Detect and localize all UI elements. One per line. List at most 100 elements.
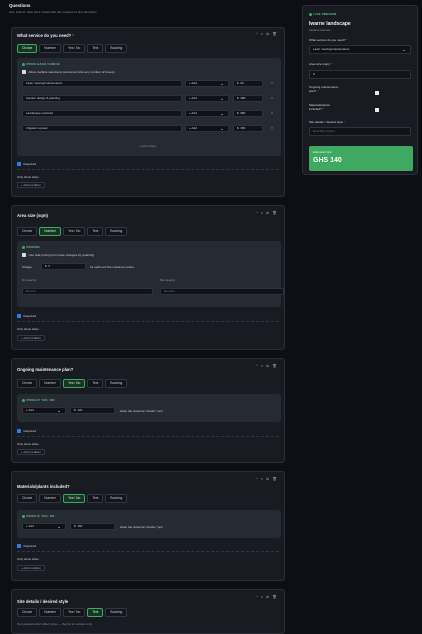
- chevron-down-icon: ⌄: [220, 111, 224, 116]
- question-tools[interactable]: ^ v ⧉ 🗑: [256, 32, 278, 36]
- tab-choice[interactable]: Choice: [17, 494, 38, 503]
- question-tools[interactable]: ^ v ⧉ 🗑: [256, 364, 278, 368]
- total-value: GHS 140: [313, 157, 342, 164]
- add-condition-button[interactable]: + Add condition: [17, 335, 45, 341]
- chevron-down-icon: ⌄: [220, 81, 224, 86]
- question-tools[interactable]: ^ v ⧉ 🗑: [256, 595, 278, 599]
- question-title[interactable]: What service do you need?*: [17, 33, 74, 38]
- charge-label: Charge: [22, 265, 32, 269]
- option-mode-select[interactable]: + Add ⌄: [185, 110, 229, 117]
- required-checkbox[interactable]: Required: [17, 429, 36, 433]
- yes-price-input[interactable]: $ 120: [70, 407, 115, 414]
- tab-text[interactable]: Text: [87, 227, 104, 236]
- total-label: Estimated total: [313, 150, 332, 154]
- question-tools[interactable]: ^ v ⧉ 🗑: [256, 211, 278, 215]
- charge-input[interactable]: $ 5: [41, 263, 86, 270]
- min-quantity-input[interactable]: No min: [22, 288, 153, 295]
- tab-choice[interactable]: Choice: [17, 44, 38, 53]
- option-name-input[interactable]: Lawn mowing/maintenance: [22, 80, 182, 87]
- preview-q1-label: What service do you need?*: [309, 38, 348, 42]
- tab-text[interactable]: Text: [87, 494, 104, 503]
- chevron-down-icon: ⌄: [220, 96, 224, 101]
- question-tools[interactable]: ^ v ⧉ 🗑: [256, 477, 278, 481]
- tab-text[interactable]: Text: [87, 379, 104, 388]
- option-price-input[interactable]: $ 280: [233, 95, 263, 102]
- preview-q4-checkbox[interactable]: [375, 108, 379, 112]
- pricing-panel: PRICING Use bulk pricing form (rate chan…: [17, 241, 284, 307]
- option-name-input[interactable]: Landscape overhaul: [22, 110, 182, 117]
- yes-price-suffix: when the customer checks "yes".: [120, 409, 164, 413]
- tab-booking[interactable]: Booking: [105, 44, 128, 53]
- tab-booking[interactable]: Booking: [105, 379, 128, 388]
- option-name-input[interactable]: Garden design & planting: [22, 95, 182, 102]
- remove-icon[interactable]: ×: [271, 96, 273, 100]
- only-show-label: Only show when: [17, 557, 40, 561]
- tab-number[interactable]: Number: [39, 494, 61, 503]
- question-title[interactable]: Site details / desired style: [17, 599, 68, 604]
- add-condition-button[interactable]: + Add condition: [17, 449, 45, 455]
- option-price-input[interactable]: $ 680: [233, 110, 263, 117]
- yes-mode-select[interactable]: + Add ⌄: [22, 523, 66, 530]
- option-price-input[interactable]: $ 60: [233, 80, 263, 87]
- tab-choice[interactable]: Choice: [17, 608, 38, 617]
- preview-q3-checkbox[interactable]: [375, 91, 379, 95]
- remove-icon[interactable]: ×: [271, 111, 273, 115]
- question-title[interactable]: Ongoing maintenance plan?: [17, 367, 73, 372]
- tab-choice[interactable]: Choice: [17, 379, 38, 388]
- charge-suffix: for each unit the customer enters.: [90, 265, 135, 269]
- only-show-label: Only show when: [17, 175, 40, 179]
- question-card-2: Area size (sqm) ^ v ⧉ 🗑 Choice Number Ye…: [11, 205, 285, 350]
- pricing-panel: PRICE IF YES: ON + Add ⌄ $ 160 when the c…: [17, 510, 281, 538]
- max-quantity-input[interactable]: No max: [160, 288, 284, 295]
- required-checkbox[interactable]: Required: [17, 314, 36, 318]
- required-checkbox[interactable]: Required: [17, 544, 36, 548]
- tab-yes-no[interactable]: Yes / No: [63, 379, 86, 388]
- tab-booking[interactable]: Booking: [105, 494, 128, 503]
- option-mode-select[interactable]: + Add ⌄: [185, 80, 229, 87]
- yes-mode-select[interactable]: + Add ⌄: [22, 407, 66, 414]
- preview-tag: LIVE PREVIEW: [309, 12, 336, 16]
- multi-select-checkbox[interactable]: Allow multiple selections (customer tick…: [22, 70, 114, 74]
- tab-booking[interactable]: Booking: [105, 608, 128, 617]
- add-condition-button[interactable]: + Add condition: [17, 565, 45, 571]
- text-note: Text answers don't affect price — they'r…: [17, 622, 93, 626]
- only-show-label: Only show when: [17, 442, 40, 446]
- option-mode-select[interactable]: + Add ⌄: [185, 95, 229, 102]
- per-quantity-checkbox[interactable]: Use bulk pricing form (rate changes by q…: [22, 253, 94, 257]
- tab-text[interactable]: Text: [87, 608, 104, 617]
- pricing-label: PRICE EACH CHOICE: [22, 62, 60, 66]
- tab-number[interactable]: Number: [39, 227, 61, 236]
- tab-yes-no[interactable]: Yes / No: [63, 494, 86, 503]
- question-title[interactable]: Area size (sqm): [17, 213, 48, 218]
- preview-details-input[interactable]: Describe project: [309, 127, 411, 136]
- remove-icon[interactable]: ×: [271, 126, 273, 130]
- remove-icon[interactable]: ×: [271, 81, 273, 85]
- tab-text[interactable]: Text: [87, 44, 104, 53]
- preview-title: Iwarne landscape: [309, 21, 351, 27]
- option-name-input[interactable]: Irrigation system: [22, 125, 182, 132]
- question-title[interactable]: Materials/plants included?: [17, 484, 70, 489]
- option-price-input[interactable]: $ 350: [233, 125, 263, 132]
- chevron-down-icon: ⌄: [402, 47, 406, 52]
- tab-yes-no[interactable]: Yes / No: [63, 44, 86, 53]
- add-condition-button[interactable]: + Add condition: [17, 182, 45, 188]
- required-checkbox[interactable]: Required: [17, 162, 36, 166]
- preview-area-input[interactable]: 0: [309, 70, 411, 79]
- preview-service-select[interactable]: Lawn mowing/maintenance ⌄: [309, 45, 411, 54]
- tab-choice[interactable]: Choice: [17, 227, 38, 236]
- divider: [17, 551, 279, 552]
- tab-number[interactable]: Number: [39, 44, 61, 53]
- option-mode-select[interactable]: + Add ⌄: [185, 125, 229, 132]
- pricing-label: PRICE IF YES: ON: [22, 398, 55, 402]
- tab-number[interactable]: Number: [39, 608, 61, 617]
- tab-yes-no[interactable]: Yes / No: [63, 227, 86, 236]
- live-preview-panel: LIVE PREVIEW Iwarne landscape Sealand es…: [302, 5, 418, 175]
- yes-price-input[interactable]: $ 160: [70, 523, 115, 530]
- tab-yes-no[interactable]: Yes / No: [63, 608, 86, 617]
- divider: [17, 169, 279, 170]
- tab-number[interactable]: Number: [39, 379, 61, 388]
- add-choice-button[interactable]: + Add choice: [139, 144, 156, 148]
- tab-booking[interactable]: Booking: [105, 227, 128, 236]
- page-subtitle: Ask, branch, then price. Read with the c…: [9, 10, 98, 14]
- preview-q2-label: Area size (sqm)*: [309, 62, 333, 66]
